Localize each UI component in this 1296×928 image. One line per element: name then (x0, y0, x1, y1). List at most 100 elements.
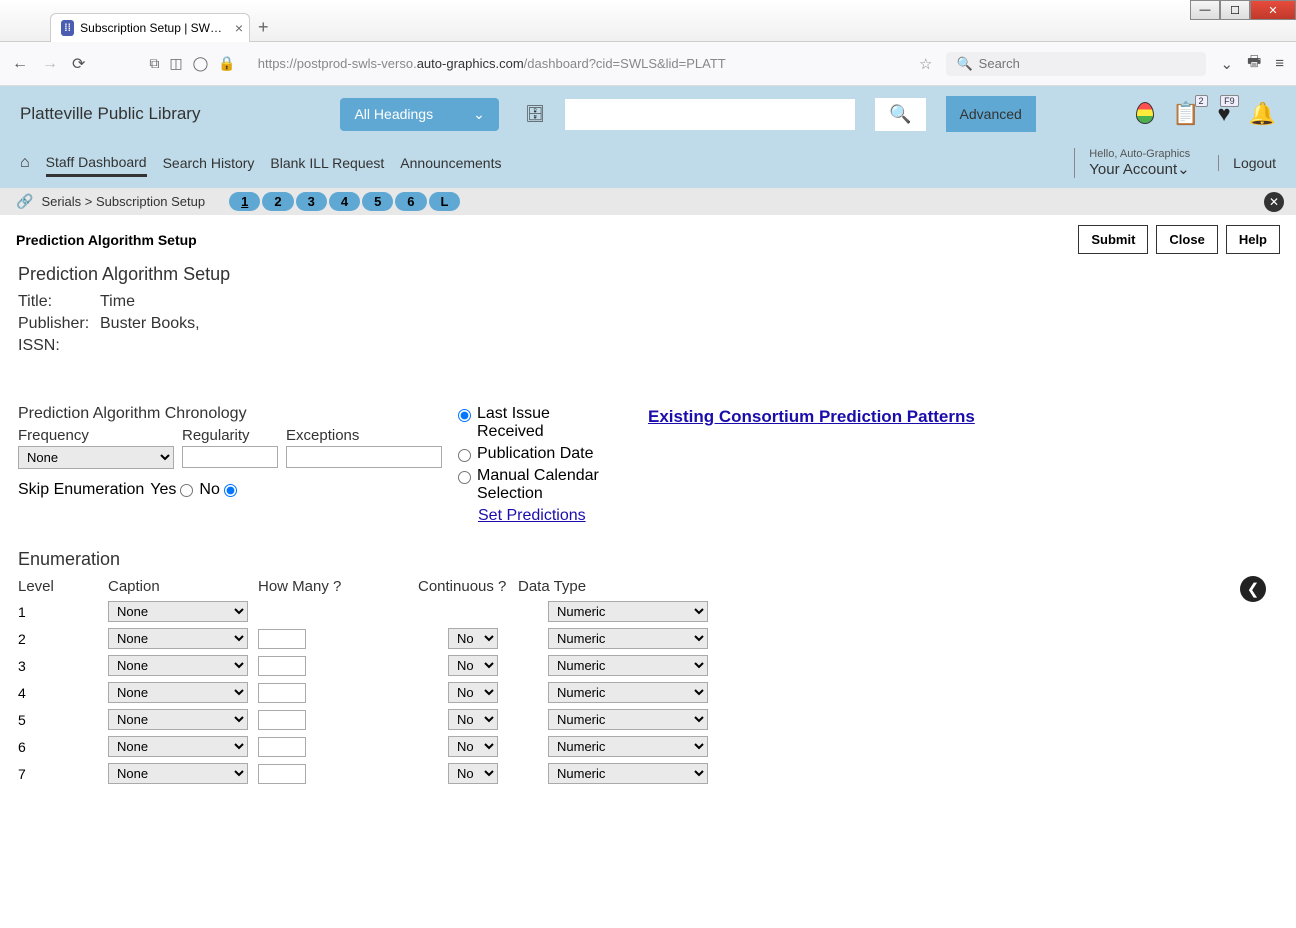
back-button[interactable]: ← (12, 55, 28, 73)
shield-icon[interactable]: ◯ (193, 55, 209, 72)
enum-continuous-select[interactable]: No (448, 655, 498, 676)
enum-caption-select[interactable]: None (108, 682, 248, 703)
publisher-value: Buster Books, (100, 315, 200, 333)
help-button[interactable]: Help (1226, 225, 1280, 254)
home-icon[interactable]: ⌂ (20, 154, 30, 172)
page-pill-5[interactable]: 5 (362, 192, 393, 211)
bookmark-star-icon[interactable]: ☆ (919, 55, 932, 73)
last-issue-radio[interactable] (458, 409, 471, 422)
greeting-text: Hello, Auto-Graphics (1089, 148, 1190, 160)
enum-datatype-select[interactable]: Numeric (548, 628, 708, 649)
window-minimize-button[interactable]: — (1190, 0, 1220, 20)
browser-search-input[interactable] (979, 56, 1197, 71)
breadcrumb[interactable]: Serials > Subscription Setup (41, 194, 205, 209)
browser-tab[interactable]: ⁞⁞ Subscription Setup | SWLS | plat × (50, 13, 250, 42)
skip-enumeration-label: Skip Enumeration (18, 481, 144, 499)
skip-no-radio[interactable] (224, 484, 237, 497)
nav-announcements[interactable]: Announcements (400, 151, 501, 175)
enum-datatype-select[interactable]: Numeric (548, 601, 708, 622)
exceptions-input[interactable] (286, 446, 442, 468)
enum-continuous-select[interactable]: No (448, 628, 498, 649)
pocket-icon[interactable]: ⌄ (1220, 55, 1233, 73)
bell-icon[interactable]: 🔔 (1249, 101, 1276, 127)
address-bar[interactable]: https://postprod-swls-verso.auto-graphic… (250, 56, 905, 71)
enum-caption-select[interactable]: None (108, 709, 248, 730)
enum-howmany-input[interactable] (258, 737, 306, 757)
tab-favicon: ⁞⁞ (61, 20, 74, 36)
account-dropdown[interactable]: Your Account⌄ (1089, 160, 1190, 178)
url-domain: auto-graphics.com (417, 56, 524, 71)
browser-search-box[interactable]: 🔍 (946, 52, 1206, 76)
enum-datatype-select[interactable]: Numeric (548, 682, 708, 703)
forward-button[interactable]: → (42, 55, 58, 73)
enum-datatype-select[interactable]: Numeric (548, 763, 708, 784)
enum-howmany-input[interactable] (258, 710, 306, 730)
submit-button[interactable]: Submit (1078, 225, 1148, 254)
reload-button[interactable]: ⟳ (72, 54, 85, 74)
publication-date-radio[interactable] (458, 449, 471, 462)
nav-blank-ill-request[interactable]: Blank ILL Request (270, 151, 384, 175)
enum-caption-select[interactable]: None (108, 736, 248, 757)
enum-continuous-select[interactable]: No (448, 709, 498, 730)
enum-datatype-select[interactable]: Numeric (548, 736, 708, 757)
window-maximize-button[interactable]: ☐ (1220, 0, 1250, 20)
enum-continuous-select[interactable]: No (448, 763, 498, 784)
window-close-button[interactable]: ✕ (1250, 0, 1296, 20)
enum-howmany-input[interactable] (258, 629, 306, 649)
print-icon[interactable]: 🖶 (1247, 51, 1261, 76)
hamburger-menu-icon[interactable]: ≡ (1275, 55, 1284, 72)
enum-caption-select[interactable]: None (108, 655, 248, 676)
enum-caption-select[interactable]: None (108, 601, 248, 622)
enum-level: 7 (18, 766, 108, 782)
enum-datatype-select[interactable]: Numeric (548, 709, 708, 730)
enum-continuous-select[interactable]: No (448, 682, 498, 703)
balloon-icon[interactable] (1136, 102, 1154, 126)
logout-link[interactable]: Logout (1218, 155, 1276, 171)
search-submit-button[interactable]: 🔍 (875, 98, 925, 131)
title-value: Time (100, 293, 135, 311)
page-pill-6[interactable]: 6 (395, 192, 426, 211)
tab-close-icon[interactable]: × (235, 20, 243, 36)
list-icon[interactable]: 📋2 (1172, 101, 1199, 127)
database-icon[interactable]: 🗄 (525, 104, 545, 124)
enum-caption-select[interactable]: None (108, 628, 248, 649)
nav-search-history[interactable]: Search History (163, 151, 255, 175)
page-pill-1[interactable]: 1 (229, 192, 260, 211)
new-tab-button[interactable]: + (258, 17, 269, 38)
nav-staff-dashboard[interactable]: Staff Dashboard (46, 150, 147, 177)
skip-yes-radio[interactable] (180, 484, 193, 497)
advanced-search-button[interactable]: Advanced (946, 96, 1036, 132)
regularity-input[interactable] (182, 446, 278, 468)
main-search-input[interactable] (565, 99, 855, 130)
container-icon[interactable]: ◫ (169, 55, 182, 72)
page-title-bar: Prediction Algorithm Setup Submit Close … (0, 215, 1296, 264)
favorites-icon[interactable]: ♥F9 (1218, 101, 1231, 127)
side-panel-toggle[interactable]: ❮ (1240, 576, 1266, 602)
enum-row: 6NoneNoNumeric (18, 736, 1295, 757)
page-pill-2[interactable]: 2 (262, 192, 293, 211)
manual-calendar-radio[interactable] (458, 471, 471, 484)
existing-patterns-link[interactable]: Existing Consortium Prediction Patterns (648, 407, 975, 426)
set-predictions-link[interactable]: Set Predictions (478, 507, 618, 525)
page-pill-4[interactable]: 4 (329, 192, 360, 211)
enum-datatype-select[interactable]: Numeric (548, 655, 708, 676)
enum-howmany-input[interactable] (258, 683, 306, 703)
extension-icon[interactable]: ⧉ (149, 55, 159, 72)
page-pill-last[interactable]: L (429, 192, 461, 211)
close-button[interactable]: Close (1156, 225, 1217, 254)
algorithm-chronology-label: Prediction Algorithm Chronology (18, 405, 448, 423)
close-panel-button[interactable]: ✕ (1264, 192, 1284, 212)
manual-calendar-label: Manual Calendar Selection (477, 467, 618, 503)
list-badge: 2 (1195, 95, 1208, 107)
secondary-nav: ⌂ Staff Dashboard Search History Blank I… (0, 142, 1296, 188)
skip-no-label: No (199, 481, 219, 499)
enum-caption-select[interactable]: None (108, 763, 248, 784)
enum-continuous-select[interactable]: No (448, 736, 498, 757)
enum-howmany-input[interactable] (258, 764, 306, 784)
frequency-select[interactable]: None (18, 446, 174, 469)
publisher-label: Publisher: (18, 315, 94, 333)
col-level: Level (18, 578, 108, 595)
headings-dropdown[interactable]: All Headings ⌄ (340, 98, 498, 131)
page-pill-3[interactable]: 3 (296, 192, 327, 211)
enum-howmany-input[interactable] (258, 656, 306, 676)
